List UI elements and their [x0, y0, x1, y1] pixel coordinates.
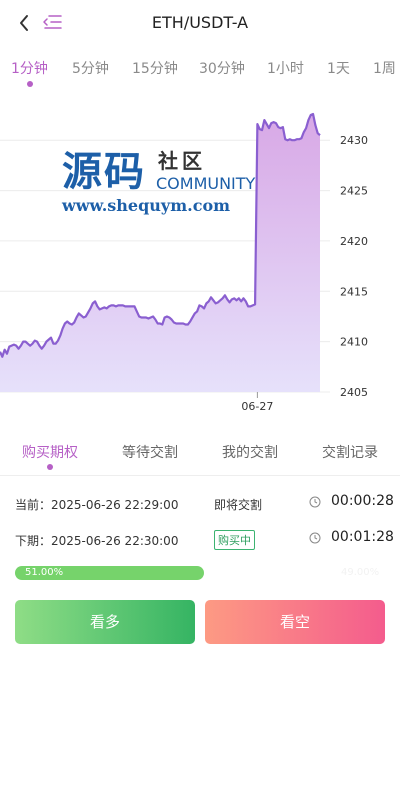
buy-short-button[interactable]: 看空: [205, 600, 385, 644]
y-tick-label: 2410: [340, 336, 368, 349]
price-chart[interactable]: 2405 2410 2415 2420 2425 2430 06-27: [0, 96, 400, 426]
current-period-label: 当前：2025-06-26 22:29:00: [15, 498, 179, 512]
active-indicator: [27, 81, 33, 87]
clock-icon: [309, 532, 321, 544]
timeframe-bar: 1分钟 5分钟 15分钟 30分钟 1小时 1天 1周: [0, 52, 400, 92]
y-tick-label: 2430: [340, 134, 368, 147]
current-countdown: 00:00:28: [331, 493, 394, 509]
x-date-label: 06-27: [241, 400, 273, 413]
timeframe-15m[interactable]: 15分钟: [132, 58, 178, 78]
watermark-logo: 源码 社区 COMMUNITY www.shequym.com: [62, 148, 262, 222]
timeframe-5m[interactable]: 5分钟: [72, 58, 109, 78]
current-period-row: 当前：2025-06-26 22:29:00 即将交割 00:00:28: [0, 488, 400, 518]
status-badge: 购买中: [214, 530, 255, 550]
watermark-title: 源码: [62, 148, 146, 195]
timeframe-1m[interactable]: 1分钟: [11, 58, 48, 78]
y-tick-label: 2420: [340, 235, 368, 248]
header: ETH/USDT-A: [0, 0, 400, 46]
y-tick-label: 2415: [340, 285, 368, 298]
watermark-community: COMMUNITY: [156, 174, 256, 193]
timeframe-1w[interactable]: 1周: [373, 58, 396, 78]
clock-icon: [309, 496, 321, 508]
buy-ratio-bar: 51.00% 49.00%: [15, 566, 385, 580]
next-period-row: 下期：2025-06-26 22:30:00 购买中 00:01:28: [0, 524, 400, 554]
watermark-url: www.shequym.com: [62, 196, 231, 215]
order-tabs: 购买期权 等待交割 我的交割 交割记录: [0, 432, 400, 476]
tab-my-delivery[interactable]: 我的交割: [222, 442, 278, 462]
buy-long-button[interactable]: 看多: [15, 600, 195, 644]
tab-delivery-records[interactable]: 交割记录: [322, 442, 378, 462]
page-title: ETH/USDT-A: [151, 13, 249, 32]
tab-pending-delivery[interactable]: 等待交割: [122, 442, 178, 462]
tab-buy-option[interactable]: 购买期权: [22, 442, 78, 462]
watermark-subtitle: 社区: [158, 149, 206, 173]
y-tick-label: 2405: [340, 386, 368, 399]
timeframe-1d[interactable]: 1天: [327, 58, 350, 78]
buy-down-percent: 49.00%: [341, 567, 380, 578]
buy-up-percent: 51.00%: [25, 567, 64, 578]
next-period-label: 下期：2025-06-26 22:30:00: [15, 534, 179, 548]
current-period-status: 即将交割: [214, 498, 263, 512]
timeframe-30m[interactable]: 30分钟: [199, 58, 245, 78]
next-countdown: 00:01:28: [331, 529, 394, 545]
active-tab-indicator: [47, 464, 53, 470]
y-tick-label: 2425: [340, 185, 368, 198]
timeframe-1h[interactable]: 1小时: [267, 58, 304, 78]
